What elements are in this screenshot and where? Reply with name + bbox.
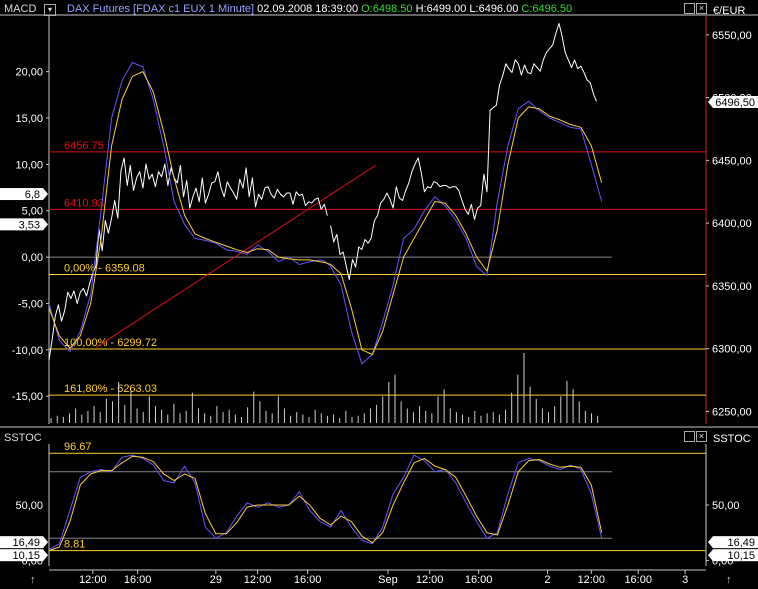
price-tick-label: 6300,00 xyxy=(712,344,752,356)
sstoc-close-icon[interactable]: × xyxy=(696,431,707,442)
sstoc-badge-right-1-text: 16,49 xyxy=(727,537,755,549)
sstoc-badge-left-2-text: 10,15 xyxy=(12,550,40,562)
time-tick-label: 2 xyxy=(544,574,550,586)
bar-datetime: 02.09.2008 18:39:00 xyxy=(257,3,359,15)
macd-badge-1-pointer xyxy=(43,188,48,201)
macd-signal-line xyxy=(48,71,603,355)
last-price-badge-text: 6496,50 xyxy=(715,97,755,109)
macd-tick-label: -15,00 xyxy=(12,391,43,403)
macd-tick-label: 0,00 xyxy=(22,252,43,264)
macd-badge-2-pointer xyxy=(43,218,48,231)
time-tick-label: 12:00 xyxy=(244,574,272,586)
macd-tick-label: 10,00 xyxy=(15,159,43,171)
trendline xyxy=(95,164,376,348)
macd-badge-1-text: 6,8 xyxy=(25,189,40,201)
price-tick-label: 6550,00 xyxy=(712,30,752,42)
scroll-up-icon[interactable]: ↑ xyxy=(30,574,36,586)
ohlc-open: O:6498.50 xyxy=(361,3,413,15)
price-tick-label: 6250,00 xyxy=(712,406,752,418)
sstoc-badge-right-2-text: 10,15 xyxy=(727,550,755,562)
time-tick-label: 16:00 xyxy=(624,574,652,586)
time-tick-label: 3 xyxy=(682,574,688,586)
sstoc-level-label: 8.81 xyxy=(64,539,85,551)
time-tick-label: 16:00 xyxy=(124,574,152,586)
time-tick-label: 12:00 xyxy=(416,574,444,586)
macd-tick-label: 20,00 xyxy=(15,67,43,79)
level-label: 161,80% - 6263.03 xyxy=(64,383,157,395)
ohlc-high: H:6499.00 xyxy=(415,3,467,15)
chart-title: DAX Futures [FDAX c1 EUX 1 Minute] 02.09… xyxy=(67,3,572,15)
chart-canvas: -15,00-10,00-5,000,005,0010,0015,0020,00… xyxy=(0,14,758,586)
macd-tick-label: -10,00 xyxy=(12,345,43,357)
ohlc-close: C:6496.50 xyxy=(521,3,573,15)
level-label: 6456.75 xyxy=(64,140,104,152)
macd-badge-2-text: 3,53 xyxy=(19,219,40,231)
sstoc-badge-left-1-pointer xyxy=(43,536,48,549)
macd-tick-label: -5,00 xyxy=(18,298,43,310)
sstoc-left-tick-label: 50,00 xyxy=(15,500,43,512)
level-label: 0,00% - 6359.08 xyxy=(64,263,145,275)
scroll-up-icon-right[interactable]: ↑ xyxy=(726,574,732,586)
price-tick-label: 6350,00 xyxy=(712,281,752,293)
time-tick-label: 29 xyxy=(210,574,222,586)
ohlc-low: L:6496.00 xyxy=(469,3,519,15)
time-tick-label: 16:00 xyxy=(465,574,493,586)
sstoc-badge-left-2-pointer xyxy=(43,549,48,562)
panel-label-sstoc-right: SSTOC xyxy=(713,433,751,445)
macd-tick-label: 5,00 xyxy=(22,206,43,218)
level-label: 6410.93 xyxy=(64,197,104,209)
panel-label-macd: MACD xyxy=(4,3,37,15)
sstoc-right-tick-label: 50,00 xyxy=(712,500,740,512)
time-tick-label: Sep xyxy=(378,574,398,586)
sstoc-maximize-icon[interactable] xyxy=(684,431,695,442)
sstoc-d-line xyxy=(48,455,603,551)
sstoc-k-line xyxy=(48,454,603,550)
sstoc-badge-right-2-pointer xyxy=(708,549,713,562)
time-tick-label: 12:00 xyxy=(578,574,606,586)
panel-label-sstoc: SSTOC xyxy=(4,432,42,444)
sstoc-level-label: 96.67 xyxy=(64,441,92,453)
time-tick-label: 12:00 xyxy=(79,574,107,586)
time-tick-label: 16:00 xyxy=(294,574,322,586)
currency-label: €/EUR xyxy=(713,5,746,17)
sstoc-badge-right-1-pointer xyxy=(708,536,713,549)
macd-line xyxy=(48,61,603,365)
instrument-name: DAX Futures [FDAX c1 EUX 1 Minute] xyxy=(67,3,255,15)
sstoc-badge-left-1-text: 16,49 xyxy=(12,537,40,549)
price-tick-label: 6400,00 xyxy=(712,218,752,230)
close-icon[interactable]: × xyxy=(696,3,707,14)
macd-tick-label: 15,00 xyxy=(15,113,43,125)
maximize-icon[interactable] xyxy=(684,3,695,14)
price-tick-label: 6450,00 xyxy=(712,155,752,167)
dropdown-icon[interactable]: ▾ xyxy=(44,4,56,16)
